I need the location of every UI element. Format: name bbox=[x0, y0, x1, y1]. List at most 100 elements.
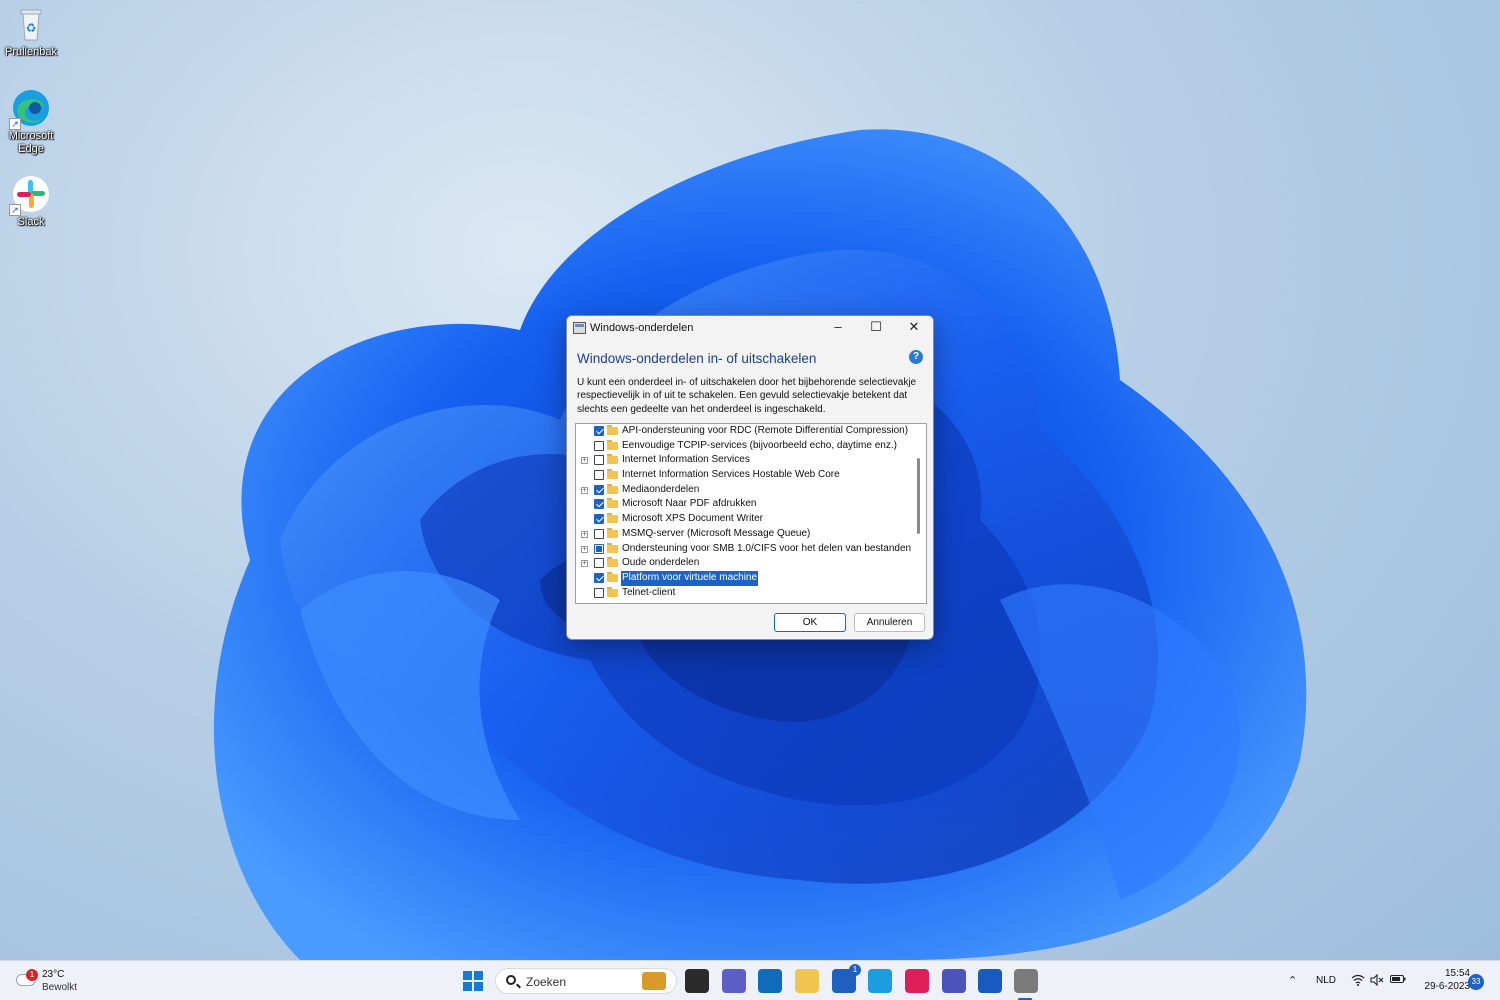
feature-row[interactable]: Microsoft XPS Document Writer bbox=[576, 512, 926, 527]
speaker-muted-icon[interactable] bbox=[1370, 973, 1384, 989]
dialog-heading: Windows-onderdelen in- of uitschakelen bbox=[577, 351, 817, 366]
feature-checkbox[interactable] bbox=[594, 455, 604, 466]
clock-date: 29-6-2023 bbox=[1424, 981, 1470, 992]
expand-icon[interactable]: + bbox=[581, 530, 588, 538]
wifi-icon[interactable] bbox=[1351, 974, 1365, 989]
feature-checkbox[interactable] bbox=[594, 543, 604, 554]
feature-row[interactable]: + Ondersteuning voor SMB 1.0/CIFS voor he… bbox=[576, 542, 926, 557]
feature-checkbox[interactable] bbox=[594, 528, 604, 539]
feature-label: Microsoft Naar PDF afdrukken bbox=[622, 498, 757, 510]
feature-label: Eenvoudige TCPIP-services (bijvoorbeeld … bbox=[622, 439, 897, 451]
slack-icon[interactable] bbox=[905, 969, 929, 993]
weather-widget[interactable]: 1 23°C Bewolkt bbox=[14, 967, 104, 997]
feature-row[interactable]: Internet Information Services Hostable W… bbox=[576, 468, 926, 483]
feature-label: Telnet-client bbox=[622, 586, 676, 598]
folder-icon bbox=[607, 542, 618, 553]
language-indicator[interactable]: NLD bbox=[1316, 975, 1336, 986]
ok-button[interactable]: OK bbox=[774, 613, 846, 632]
features-tree[interactable]: API-ondersteuning voor RDC (Remote Diffe… bbox=[575, 423, 927, 604]
shortcut-arrow-icon: ↗ bbox=[9, 204, 21, 216]
feature-row[interactable]: + Oude onderdelen bbox=[576, 556, 926, 571]
feature-checkbox[interactable] bbox=[594, 514, 604, 525]
feature-checkbox[interactable] bbox=[594, 440, 604, 451]
windows-features-dialog: Windows-onderdelen – ☐ ✕ Windows-onderde… bbox=[566, 315, 934, 640]
help-icon[interactable]: ? bbox=[909, 350, 923, 364]
desktop-icon-label: Prullenbak bbox=[5, 46, 57, 58]
feature-checkbox[interactable] bbox=[594, 558, 604, 569]
expand-icon[interactable]: + bbox=[581, 560, 588, 568]
dialog-description: U kunt een onderdeel in- of uitschakelen… bbox=[577, 377, 917, 415]
feature-row[interactable]: + Internet Information Services bbox=[576, 453, 926, 468]
teams-chat-icon[interactable] bbox=[722, 969, 746, 993]
shortcut-arrow-icon: ↗ bbox=[9, 118, 21, 130]
desktop-icon-edge[interactable]: ↗ Microsoft Edge bbox=[2, 88, 60, 156]
feature-row[interactable]: Microsoft Naar PDF afdrukken bbox=[576, 497, 926, 512]
feature-label: Oude onderdelen bbox=[622, 557, 700, 569]
folder-icon bbox=[607, 439, 618, 450]
folder-icon bbox=[607, 557, 618, 568]
search-placeholder: Zoeken bbox=[526, 975, 567, 989]
search-icon bbox=[506, 975, 516, 985]
feature-checkbox[interactable] bbox=[594, 484, 604, 495]
windows-logo-pane bbox=[474, 982, 483, 991]
chevron-up-icon[interactable]: ⌃ bbox=[1288, 974, 1297, 987]
folder-icon bbox=[607, 469, 618, 480]
close-button[interactable]: ✕ bbox=[895, 316, 933, 340]
feature-row[interactable]: + MSMQ-server (Microsoft Message Queue) bbox=[576, 527, 926, 542]
edge-icon[interactable] bbox=[868, 969, 892, 993]
folder-icon bbox=[607, 483, 618, 494]
taskview-icon[interactable] bbox=[685, 969, 709, 993]
feature-label: Internet Information Services Hostable W… bbox=[622, 469, 840, 481]
outlook-icon[interactable] bbox=[758, 969, 782, 993]
feature-checkbox[interactable] bbox=[594, 499, 604, 510]
expand-icon[interactable]: + bbox=[581, 486, 588, 494]
taskbar-search[interactable]: Zoeken bbox=[495, 968, 677, 994]
feature-label: MSMQ-server (Microsoft Message Queue) bbox=[622, 527, 811, 539]
search-highlight-icon bbox=[642, 972, 666, 990]
cancel-button[interactable]: Annuleren bbox=[854, 613, 925, 632]
start-button[interactable] bbox=[463, 971, 483, 991]
windows-logo-pane bbox=[474, 971, 483, 980]
clock-time: 15:54 bbox=[1444, 968, 1470, 979]
windows-features-icon[interactable] bbox=[1014, 969, 1038, 993]
store-icon[interactable]: 1 bbox=[832, 964, 861, 993]
feature-row[interactable]: Eenvoudige TCPIP-services (bijvoorbeeld … bbox=[576, 439, 926, 454]
feature-label: Mediaonderdelen bbox=[622, 483, 700, 495]
folder-icon bbox=[607, 513, 618, 524]
tree-scrollbar[interactable] bbox=[917, 458, 920, 534]
app-badge: 1 bbox=[849, 964, 861, 976]
expand-icon[interactable]: + bbox=[581, 457, 588, 465]
folder-icon bbox=[607, 498, 618, 509]
feature-checkbox[interactable] bbox=[594, 470, 604, 481]
dialog-titlebar[interactable]: Windows-onderdelen – ☐ ✕ bbox=[567, 316, 933, 340]
weather-badge: 1 bbox=[26, 969, 38, 981]
folder-icon bbox=[607, 571, 618, 582]
feature-label: Internet Information Services bbox=[622, 454, 750, 466]
windows-features-icon bbox=[573, 322, 586, 334]
word-icon[interactable] bbox=[978, 969, 1002, 993]
feature-checkbox[interactable] bbox=[594, 587, 604, 598]
edge-icon: ↗ bbox=[9, 88, 51, 130]
desktop-icon-label: Microsoft Edge bbox=[8, 130, 54, 155]
clock[interactable]: 15:54 29-6-2023 bbox=[1406, 967, 1470, 993]
expand-icon[interactable]: + bbox=[581, 545, 588, 553]
folder-icon bbox=[607, 425, 618, 435]
battery-icon[interactable] bbox=[1390, 974, 1406, 987]
dialog-title: Windows-onderdelen bbox=[590, 322, 694, 334]
feature-checkbox[interactable] bbox=[594, 572, 604, 583]
feature-row[interactable]: Platform voor virtuele machine bbox=[576, 570, 926, 586]
feature-label: Platform voor virtuele machine bbox=[621, 570, 759, 586]
minimize-button[interactable]: – bbox=[819, 316, 857, 340]
feature-row[interactable]: API-ondersteuning voor RDC (Remote Diffe… bbox=[576, 424, 926, 439]
file-explorer-icon[interactable] bbox=[795, 969, 819, 993]
notification-badge[interactable]: 33 bbox=[1468, 974, 1484, 990]
desktop-icon-label: Slack bbox=[17, 216, 45, 228]
maximize-button[interactable]: ☐ bbox=[857, 316, 895, 340]
feature-checkbox[interactable] bbox=[594, 426, 604, 436]
feature-label: Microsoft XPS Document Writer bbox=[622, 513, 763, 525]
feature-row[interactable]: + Mediaonderdelen bbox=[576, 483, 926, 498]
desktop-icon-slack[interactable]: ↗ Slack bbox=[2, 174, 60, 229]
feature-row[interactable]: Telnet-client bbox=[576, 586, 926, 601]
desktop-icon-recycle-bin[interactable]: ♻ Prullenbak bbox=[2, 4, 60, 59]
teams-icon[interactable] bbox=[942, 969, 966, 993]
